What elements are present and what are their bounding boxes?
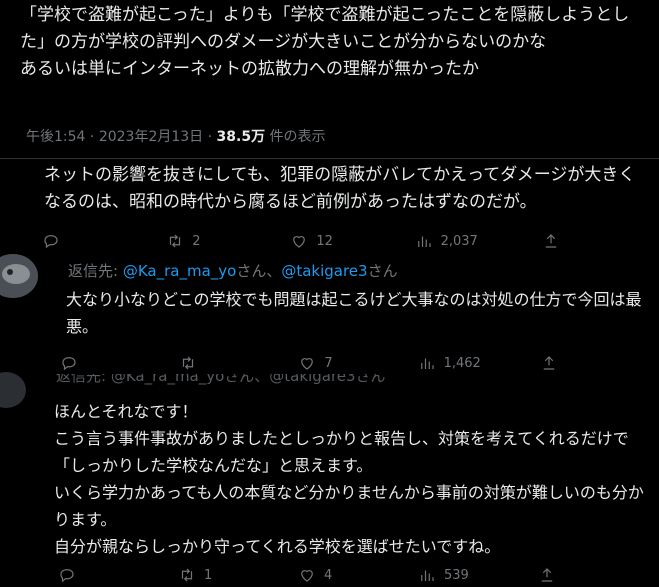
bar-chart-icon: [420, 358, 434, 369]
comment-icon: [62, 357, 76, 371]
replyto-suffix: さん: [367, 262, 398, 280]
share-icon: [545, 234, 557, 248]
reply-3-actions: 1 4 539: [58, 564, 558, 586]
reply-button[interactable]: [60, 354, 120, 372]
divider: [0, 158, 659, 159]
reply-button[interactable]: [58, 566, 118, 584]
reply-2-actions: 7 1,462: [60, 352, 560, 374]
views-button[interactable]: 2,037: [415, 232, 478, 250]
retweet-count: 1: [204, 567, 213, 583]
replyto-mid: さん、: [236, 262, 282, 280]
main-tweet-text: 「学校で盗難が起こった」よりも「学校で盗難が起こったことを隠蔽しようとした」の方…: [20, 5, 630, 79]
reply-button[interactable]: [42, 232, 102, 250]
meta-dot: ·: [89, 129, 95, 145]
heart-icon: [301, 570, 313, 582]
tweet-meta: 午後1:54 · 2023年2月13日 · 38.5万 件の表示: [26, 126, 326, 146]
retweet-button[interactable]: [179, 354, 239, 372]
heart-icon: [301, 358, 314, 370]
retweet-button[interactable]: 2: [166, 232, 226, 250]
reply-3-replyto: 返信先: @Ka_ra_ma_yoさん、@takigare3さん: [56, 374, 386, 385]
tweet-date[interactable]: 2023年2月13日: [99, 129, 203, 145]
views-button[interactable]: 1,462: [418, 354, 481, 372]
reply-2-replyto: 返信先: @Ka_ra_ma_yoさん、@takigare3さん: [68, 260, 398, 281]
meta-dot: ·: [207, 129, 213, 145]
comment-icon: [60, 569, 74, 583]
share-icon: [541, 568, 553, 582]
retweet-icon: [181, 568, 193, 582]
replyto-prefix: 返信先:: [68, 262, 123, 280]
like-count: 4: [324, 567, 333, 583]
share-button[interactable]: [540, 354, 560, 372]
avatar-image: [0, 254, 38, 298]
like-button[interactable]: 7: [298, 354, 358, 372]
like-count: 12: [316, 233, 333, 249]
reply-1-actions: 2 12 2,037: [42, 230, 562, 252]
avatar[interactable]: [0, 254, 38, 298]
like-button[interactable]: 12: [290, 232, 350, 250]
view-count-label: 件の表示: [269, 129, 326, 145]
like-count: 7: [324, 355, 333, 371]
comment-icon: [44, 235, 58, 249]
retweet-count: 2: [192, 233, 201, 249]
views-count: 539: [444, 567, 469, 583]
mention-link[interactable]: @takigare3: [281, 262, 367, 280]
views-count: 2,037: [440, 233, 478, 249]
bar-chart-icon: [417, 236, 431, 247]
retweet-icon: [183, 356, 194, 370]
retweet-button[interactable]: 1: [178, 566, 238, 584]
bar-chart-icon: [421, 570, 434, 581]
reply-1-text: ネットの影響を抜きにしても、犯罪の隠蔽がバレてかえってダメージが大きくなるのは、…: [44, 165, 636, 212]
retweet-icon: [170, 234, 181, 248]
heart-icon: [293, 236, 306, 248]
mention-link[interactable]: @Ka_ra_ma_yo: [123, 262, 236, 280]
share-button[interactable]: [538, 566, 558, 584]
view-count: 38.5万: [216, 129, 266, 145]
reply-3-text: ほんとそれなです！ こう言う事件事故がありましたとしっかりと報告し、対策を考えて…: [54, 402, 644, 556]
share-button[interactable]: [542, 232, 562, 250]
views-button[interactable]: 539: [418, 566, 478, 584]
like-button[interactable]: 4: [298, 566, 358, 584]
tweet-time[interactable]: 午後1:54: [26, 129, 85, 145]
share-icon: [543, 356, 555, 370]
reply-2-text: 大なり小なりどこの学校でも問題は起こるけど大事なのは対処の仕方で今回は最悪。: [66, 290, 642, 336]
views-count: 1,462: [443, 355, 481, 371]
reply-3-replyto-clip: 返信先: @Ka_ra_ma_yoさん、@takigare3さん: [0, 374, 659, 386]
